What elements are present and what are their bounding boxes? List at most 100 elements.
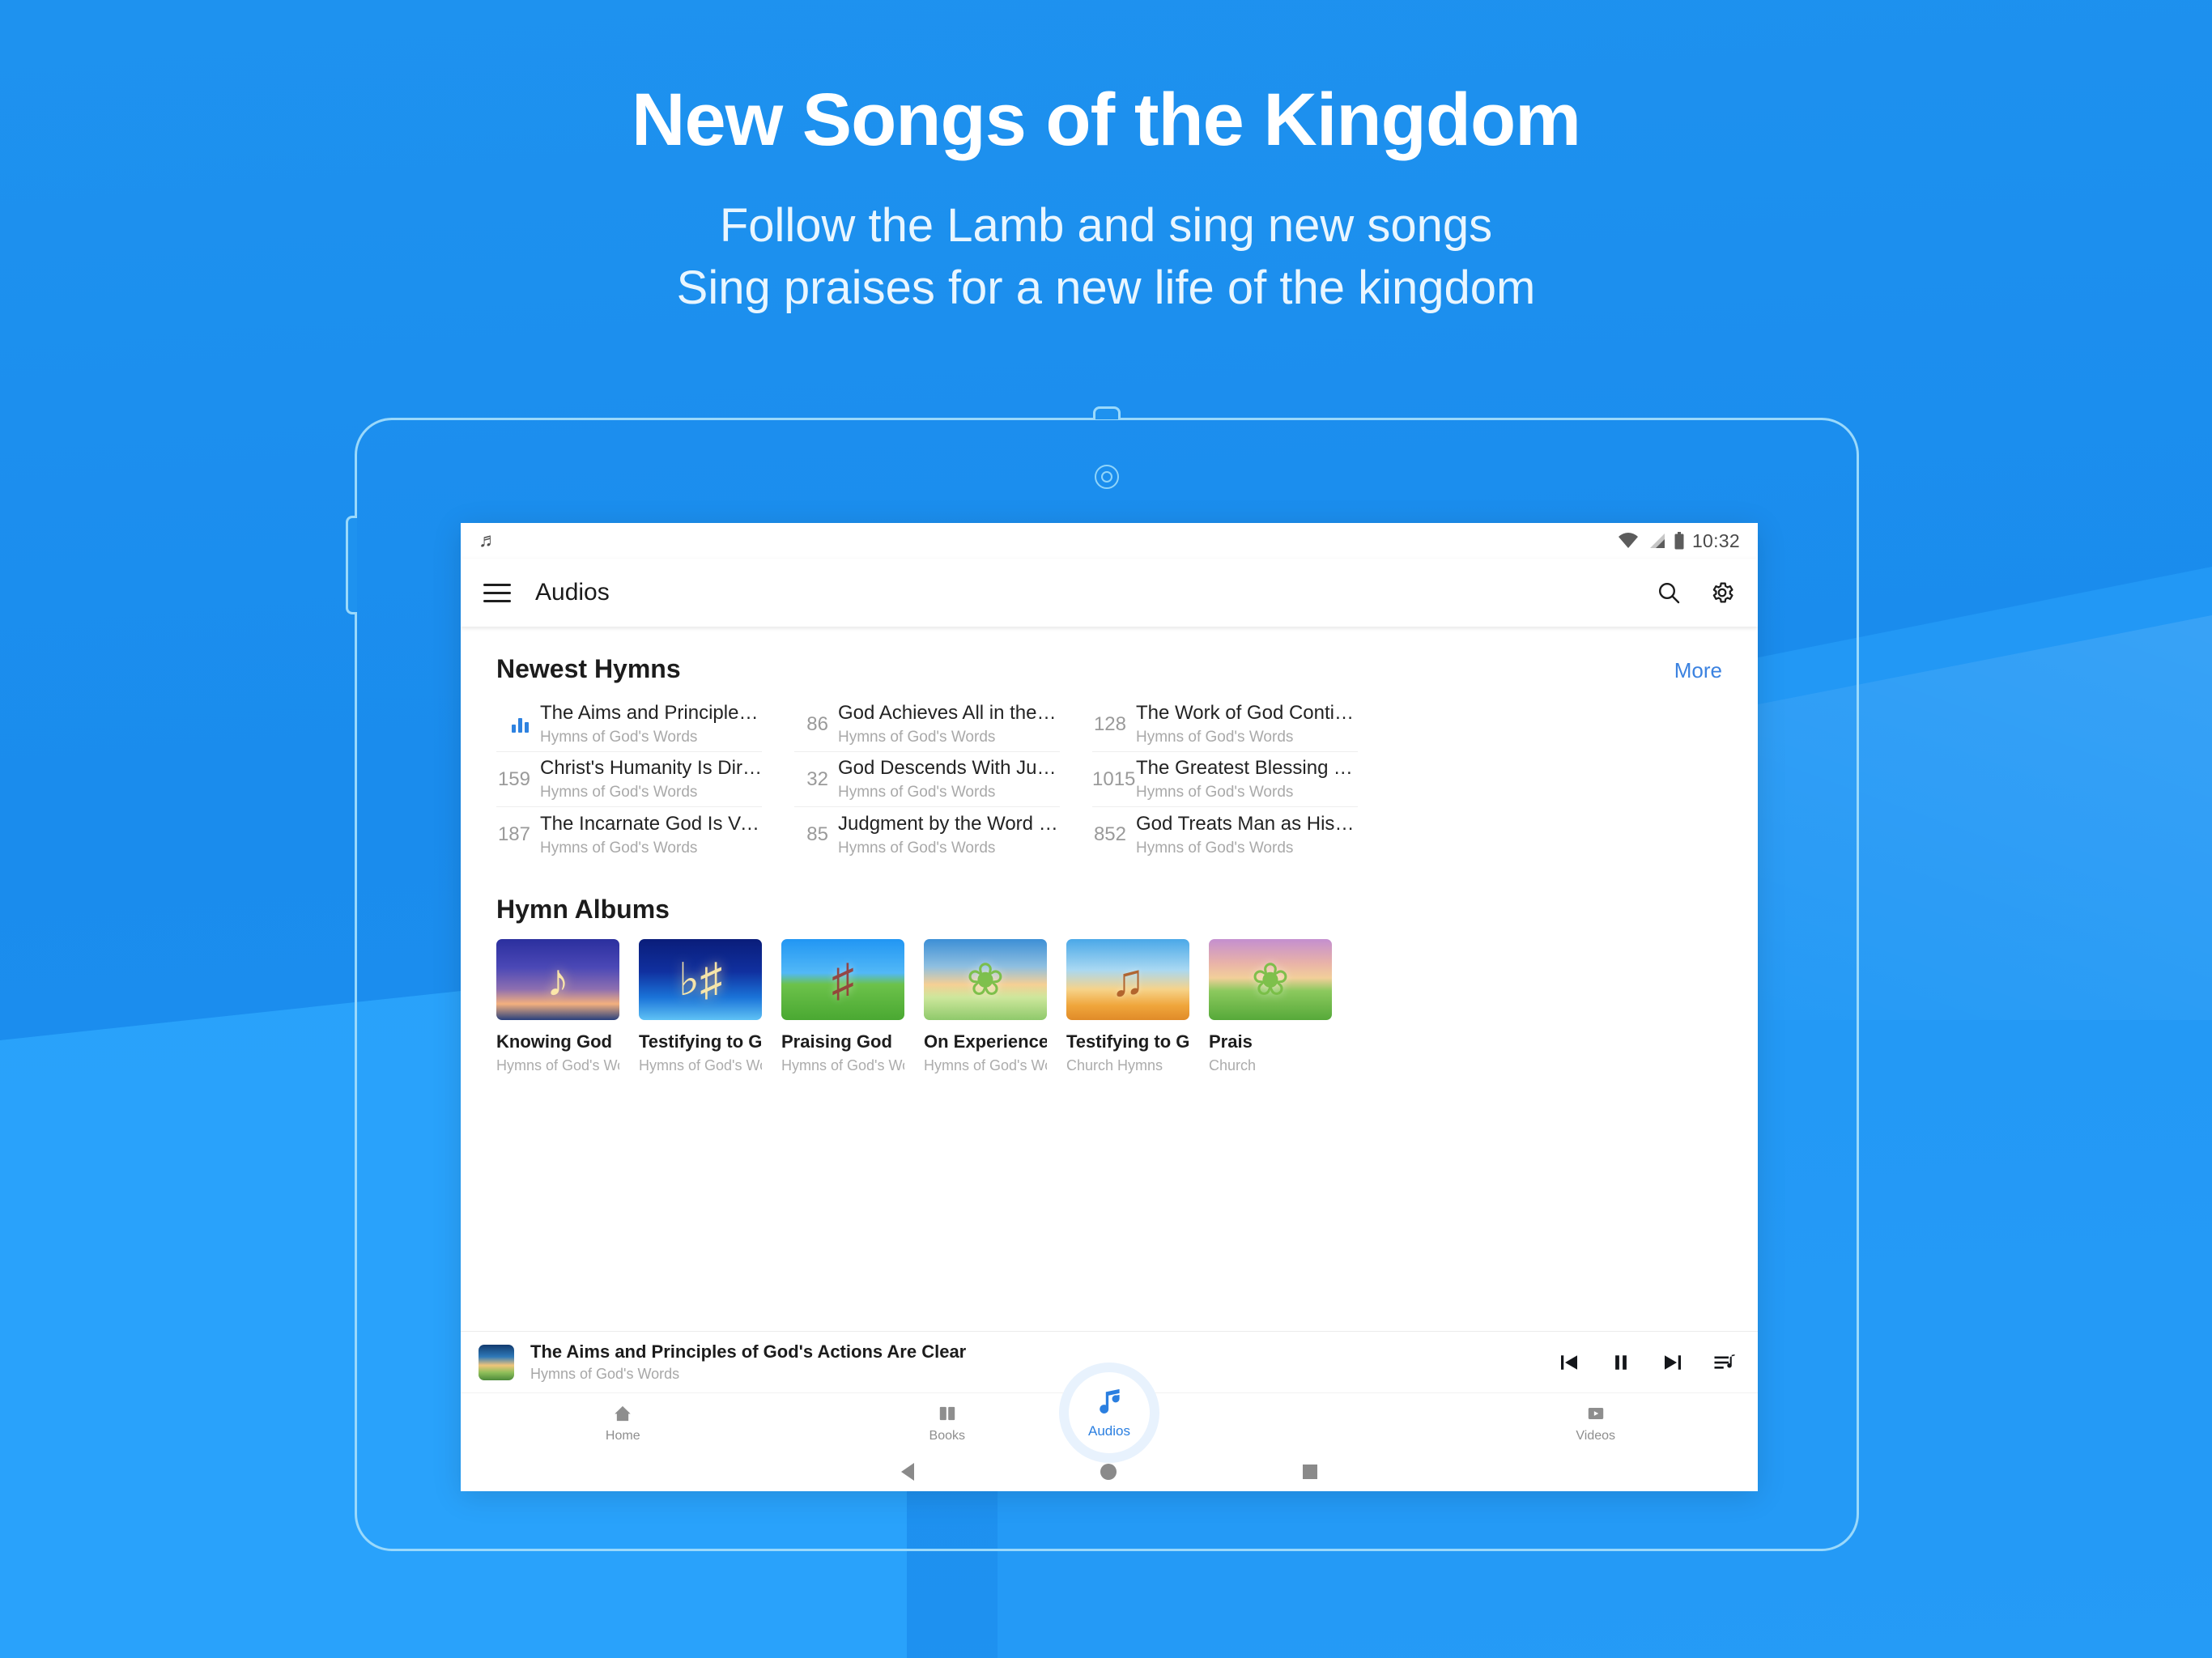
hamburger-menu-icon[interactable]	[483, 583, 511, 602]
app-bar: Audios	[461, 559, 1758, 627]
home-icon	[612, 1403, 633, 1424]
album-card[interactable]: ❀ Prais Church	[1209, 939, 1332, 1074]
newest-hymns-header: Newest Hymns More	[461, 627, 1758, 684]
device-screen: ♬ 10:32 Audios Newest Hymns More The Aim…	[461, 523, 1758, 1491]
home-circle-icon[interactable]	[1100, 1464, 1117, 1480]
search-icon[interactable]	[1656, 580, 1682, 606]
now-playing-equalizer-icon	[496, 716, 540, 733]
hymn-title: Judgment by the Word Better Repres…	[838, 812, 1060, 835]
hymn-title: Christ's Humanity Is Directed by God'…	[540, 757, 762, 780]
hymn-list-item[interactable]: 1015 The Greatest Blessing That God Hymn…	[1092, 752, 1358, 807]
promo-subtitle: Follow the Lamb and sing new songs Sing …	[0, 195, 2212, 319]
music-note-icon	[1092, 1386, 1126, 1420]
skip-next-icon[interactable]	[1661, 1350, 1685, 1375]
album-card[interactable]: ♯ Praising God Hymns of God's Words	[781, 939, 904, 1074]
hymn-list-item[interactable]: The Aims and Principles of God's Acti… H…	[496, 697, 762, 752]
promo-subtitle-line-2: Sing praises for a new life of the kingd…	[676, 261, 1536, 314]
hymn-list-item[interactable]: 85 Judgment by the Word Better Repres… H…	[794, 807, 1060, 862]
newest-hymns-grid: The Aims and Principles of God's Acti… H…	[461, 697, 1758, 862]
hymn-album: Hymns of God's Words	[1136, 729, 1294, 746]
hymn-title: The Work of God Continues to Ad	[1136, 702, 1358, 725]
hymn-title: The Incarnate God Is Very Important t…	[540, 812, 762, 835]
music-note-sunrise-artwork: ♪	[496, 939, 619, 1020]
audios-content[interactable]: Newest Hymns More The Aims and Principle…	[461, 627, 1758, 1331]
wifi-icon	[1618, 533, 1639, 549]
album-title: Knowing God	[496, 1031, 612, 1052]
hymn-albums-header: Hymn Albums	[461, 862, 1758, 925]
hymn-number: 86	[806, 712, 828, 735]
gear-icon[interactable]	[1709, 580, 1735, 606]
battery-icon	[1674, 532, 1684, 550]
page-title: Audios	[535, 579, 610, 606]
promo-title: New Songs of the Kingdom	[632, 79, 1581, 161]
violin-sunset-artwork: ♫	[1066, 939, 1189, 1020]
album-card[interactable]: ♭♯ Testifying to God Hymns of God's Word…	[639, 939, 762, 1074]
hymn-number: 85	[806, 823, 828, 845]
hymn-albums-carousel[interactable]: ♪ Knowing God Hymns of God's Words ♭♯ Te…	[461, 939, 1758, 1074]
pause-icon[interactable]	[1609, 1350, 1633, 1375]
album-subtitle: Hymns of God's Words	[496, 1057, 619, 1073]
album-subtitle: Church	[1209, 1057, 1257, 1073]
hymn-number: 32	[806, 767, 828, 790]
album-title: Testifying to God	[639, 1031, 762, 1052]
promo-subtitle-line-1: Follow the Lamb and sing new songs	[719, 199, 1493, 253]
skip-previous-icon[interactable]	[1557, 1350, 1581, 1375]
hymn-list-item[interactable]: 852 God Treats Man as His Dearest Hymns …	[1092, 807, 1358, 862]
tablet-front-camera	[1095, 465, 1119, 489]
album-card[interactable]: ♪ Knowing God Hymns of God's Words	[496, 939, 619, 1074]
album-subtitle: Church Hymns	[1066, 1057, 1163, 1073]
hymn-title: God Descends With Judgment	[838, 757, 1060, 780]
hymn-list-item[interactable]: 32 God Descends With Judgment Hymns of G…	[794, 752, 1060, 807]
hymn-title: The Aims and Principles of God's Acti…	[540, 702, 762, 725]
hymn-number: 187	[497, 823, 530, 845]
golden-lyre-artwork: ♭♯	[639, 939, 762, 1020]
nav-label-home: Home	[605, 1428, 640, 1443]
now-playing-subtitle: Hymns of God's Words	[530, 1366, 680, 1382]
hymn-album: Hymns of God's Words	[540, 729, 698, 746]
nav-item-home[interactable]: Home	[461, 1403, 785, 1443]
now-playing-title: The Aims and Principles of God's Actions…	[530, 1341, 967, 1362]
newest-hymns-more-link[interactable]: More	[1674, 658, 1722, 683]
album-subtitle: Hymns of God's Words	[639, 1057, 762, 1073]
album-card[interactable]: ❀ On Experience Hymns of God's Words	[924, 939, 1047, 1074]
recents-square-icon[interactable]	[1303, 1465, 1317, 1479]
hymn-title: God Treats Man as His Dearest	[1136, 812, 1358, 835]
nav-label-audios: Audios	[1088, 1423, 1130, 1439]
newest-hymns-title: Newest Hymns	[496, 654, 681, 683]
hymn-list-item[interactable]: 159 Christ's Humanity Is Directed by God…	[496, 752, 762, 807]
hymn-list-item[interactable]: 187 The Incarnate God Is Very Important …	[496, 807, 762, 862]
hymn-albums-title: Hymn Albums	[496, 895, 670, 924]
nav-item-audios[interactable]: Audios	[1059, 1363, 1159, 1463]
cellular-signal-icon	[1647, 533, 1666, 549]
album-card[interactable]: ♫ Testifying to God Church Hymns	[1066, 939, 1189, 1074]
hymn-number: 128	[1093, 712, 1126, 735]
nav-label-videos: Videos	[1576, 1428, 1616, 1443]
album-subtitle: Hymns of God's Words	[781, 1057, 904, 1073]
hymn-column: The Aims and Principles of God's Acti… H…	[496, 697, 762, 862]
video-play-icon	[1585, 1403, 1606, 1424]
hymn-album: Hymns of God's Words	[838, 729, 996, 746]
hymn-list-item[interactable]: 128 The Work of God Continues to Ad Hymn…	[1092, 697, 1358, 752]
sprout-music-artwork: ❀	[924, 939, 1047, 1020]
album-title: On Experience	[924, 1031, 1047, 1052]
hymn-album: Hymns of God's Words	[1136, 839, 1294, 857]
hymn-album: Hymns of God's Words	[838, 839, 996, 857]
tablet-top-notch	[1093, 406, 1121, 419]
hymn-title: God Achieves All in the Last Days Mai…	[838, 702, 1060, 725]
hymn-list-item[interactable]: 86 God Achieves All in the Last Days Mai…	[794, 697, 1060, 752]
nav-label-books: Books	[929, 1428, 965, 1443]
meadow-sprout-artwork: ❀	[1209, 939, 1332, 1020]
android-status-bar: ♬ 10:32	[461, 523, 1758, 559]
now-playing-artwork	[479, 1344, 514, 1380]
hymn-number: 159	[497, 767, 530, 790]
album-subtitle: Hymns of God's Words	[924, 1057, 1047, 1073]
album-title: Praising God	[781, 1031, 892, 1052]
back-triangle-icon[interactable]	[901, 1463, 914, 1481]
playlist-queue-icon[interactable]	[1712, 1350, 1737, 1375]
tablet-side-button[interactable]	[346, 516, 357, 614]
hymn-number: 1015	[1092, 767, 1136, 790]
nav-item-videos[interactable]: Videos	[1434, 1403, 1759, 1443]
hymn-number: 852	[1093, 823, 1126, 845]
hymn-column: 86 God Achieves All in the Last Days Mai…	[794, 697, 1060, 862]
promo-headline: New Songs of the Kingdom Follow the Lamb…	[0, 0, 2212, 319]
